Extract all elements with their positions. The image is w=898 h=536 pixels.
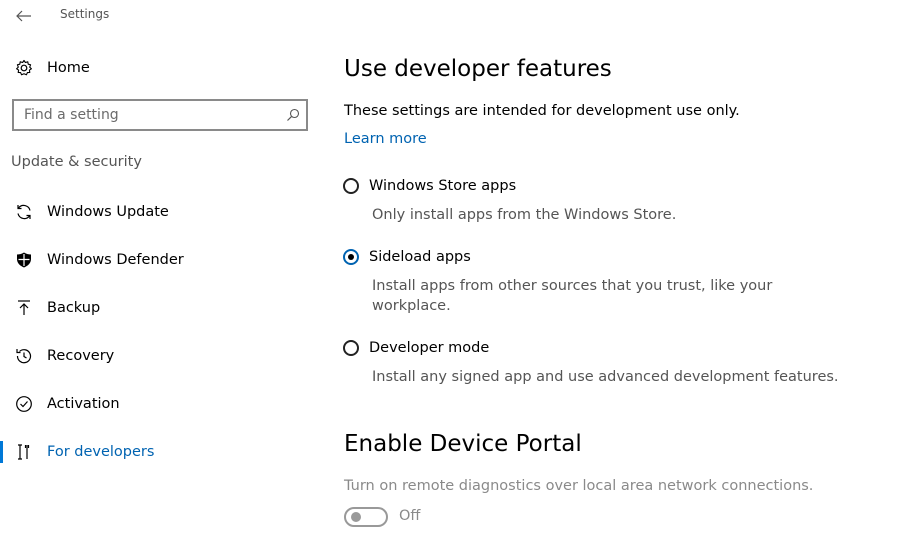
dev-features-heading: Use developer features (344, 56, 612, 82)
sidebar-item-windows-update[interactable]: Windows Update (0, 194, 320, 230)
radio-button[interactable] (343, 178, 359, 194)
shield-icon (14, 250, 34, 270)
gear-icon (14, 58, 34, 78)
radio-description-line1: Install apps from other sources that you… (372, 278, 773, 294)
recovery-icon (14, 346, 34, 366)
section-label: Update & security (11, 154, 142, 170)
sync-icon (14, 202, 34, 222)
window-title: Settings (60, 7, 110, 21)
radio-label: Windows Store apps (369, 178, 517, 194)
radio-description: Only install apps from the Windows Store… (372, 207, 677, 223)
radio-label: Developer mode (369, 340, 490, 356)
sidebar-item-home[interactable]: Home (14, 56, 90, 80)
radio-button[interactable] (343, 340, 359, 356)
backup-arrow-icon (14, 298, 34, 318)
sidebar-item-for-developers[interactable]: For developers (0, 434, 320, 470)
back-button[interactable] (10, 4, 38, 28)
toggle-state-label: Off (399, 508, 421, 524)
home-label: Home (47, 60, 90, 76)
checkmark-circle-icon (14, 394, 34, 414)
back-arrow-icon (16, 7, 32, 26)
sidebar-item-label: Activation (47, 396, 120, 412)
sidebar-item-label: Windows Defender (47, 252, 184, 268)
dev-features-intro: These settings are intended for developm… (344, 103, 740, 119)
toggle-knob (351, 512, 361, 522)
device-portal-toggle[interactable] (344, 507, 388, 527)
radio-button-selected[interactable] (343, 249, 359, 265)
radio-developer-mode[interactable]: Developer mode (343, 337, 489, 359)
device-portal-description: Turn on remote diagnostics over local ar… (344, 478, 814, 494)
sidebar-item-label: Windows Update (47, 204, 169, 220)
search-input[interactable] (14, 101, 274, 129)
sidebar-item-activation[interactable]: Activation (0, 386, 320, 422)
device-portal-heading: Enable Device Portal (344, 431, 582, 457)
sidebar-item-backup[interactable]: Backup (0, 290, 320, 326)
radio-windows-store-apps[interactable]: Windows Store apps (343, 175, 516, 197)
sidebar-item-recovery[interactable]: Recovery (0, 338, 320, 374)
radio-description-line2: workplace. (372, 298, 451, 314)
radio-sideload-apps[interactable]: Sideload apps (343, 246, 471, 268)
sidebar-item-windows-defender[interactable]: Windows Defender (0, 242, 320, 278)
sidebar-item-label: Recovery (47, 348, 115, 364)
sidebar-item-label: For developers (47, 444, 155, 460)
radio-label: Sideload apps (369, 249, 471, 265)
search-box[interactable] (12, 99, 308, 131)
developer-tools-icon (14, 442, 34, 462)
learn-more-link[interactable]: Learn more (344, 131, 427, 147)
radio-description: Install any signed app and use advanced … (372, 369, 839, 385)
sidebar-item-label: Backup (47, 300, 101, 316)
selection-indicator (0, 441, 3, 463)
search-icon[interactable] (284, 106, 302, 124)
